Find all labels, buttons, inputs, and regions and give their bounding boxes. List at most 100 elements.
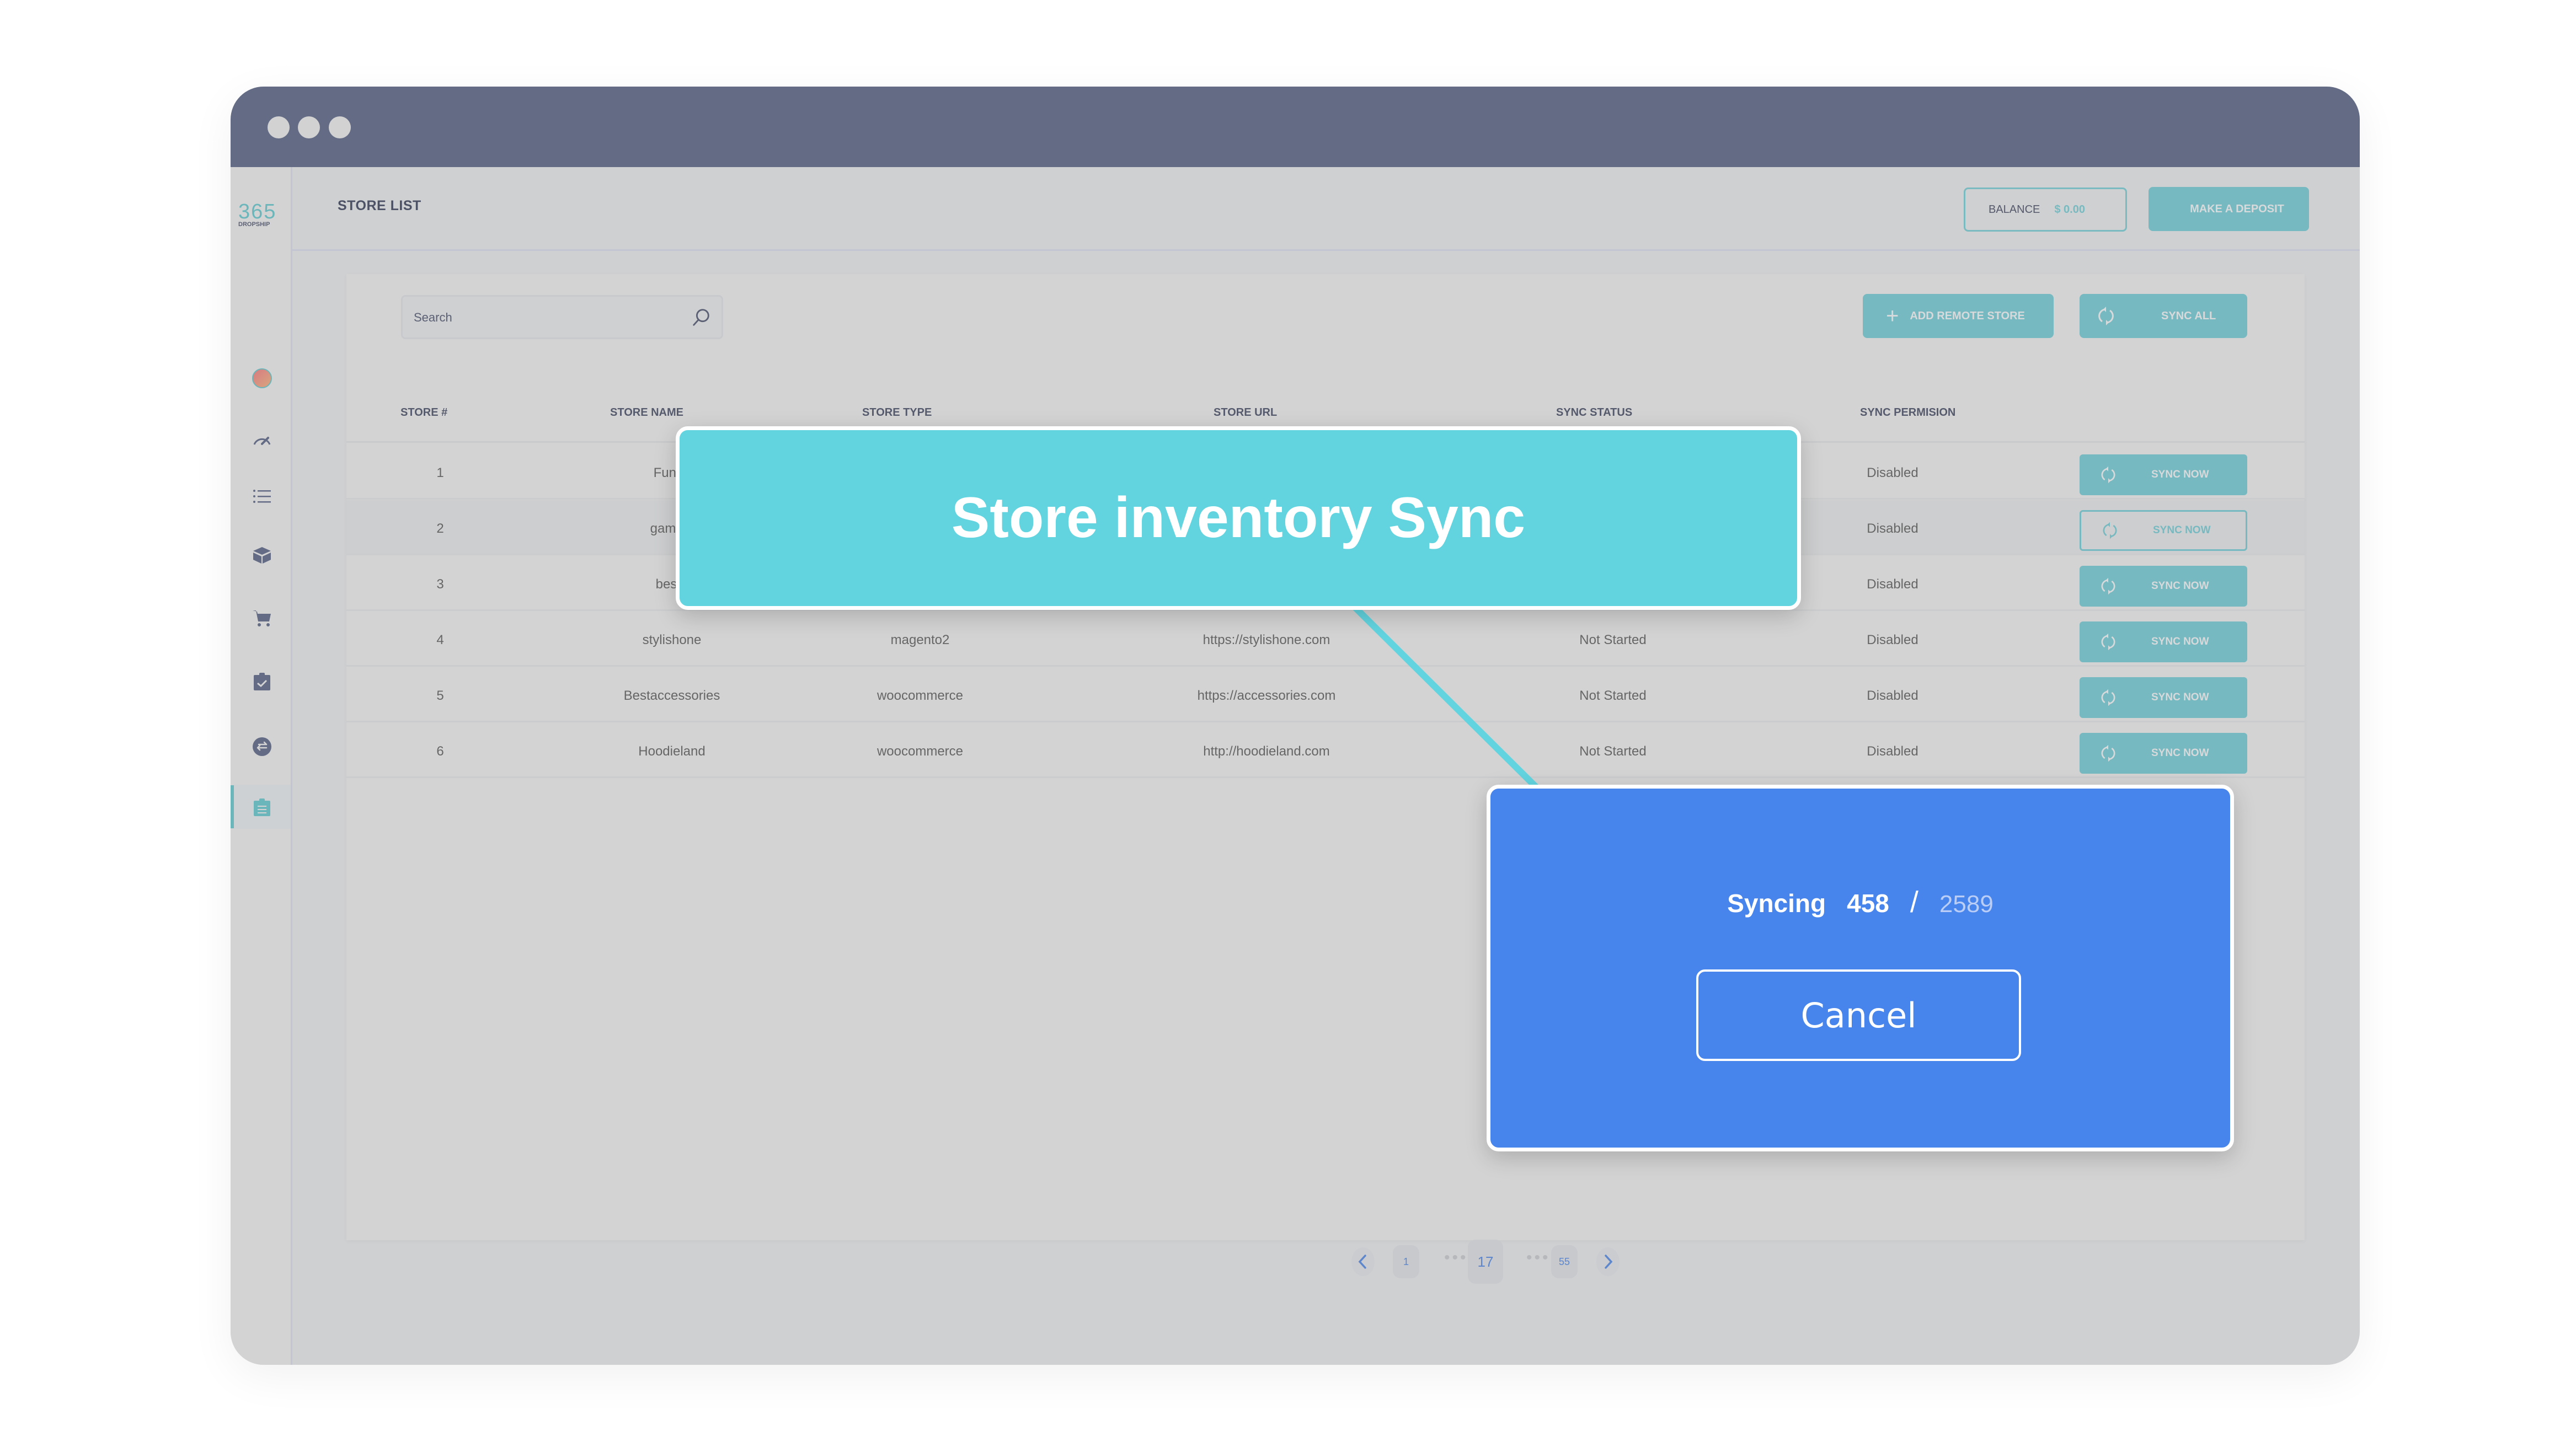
cancel-sync-button[interactable]: Cancel bbox=[1696, 969, 2021, 1061]
sync-now-label: SYNC NOW bbox=[2151, 469, 2209, 480]
cell-store-name: Hoodieland bbox=[638, 744, 706, 759]
cell-sync-status: Not Started bbox=[1579, 744, 1647, 759]
column-header-store-type[interactable]: STORE TYPE bbox=[862, 406, 932, 419]
window-close-button[interactable] bbox=[268, 116, 290, 138]
window-titlebar bbox=[231, 87, 2360, 167]
balance-display: BALANCE $ 0.00 bbox=[1964, 187, 2127, 232]
table-row[interactable]: 6 Hoodieland woocommerce http://hoodieland.… bbox=[346, 723, 2305, 778]
cell-store-type: woocommerce bbox=[877, 744, 964, 759]
column-header-store-number[interactable]: STORE # bbox=[400, 406, 447, 419]
sync-icon bbox=[2103, 522, 2117, 539]
sync-now-label: SYNC NOW bbox=[2153, 524, 2211, 536]
sync-icon bbox=[2101, 633, 2115, 651]
cell-sync-permission: Disabled bbox=[1867, 688, 1918, 703]
column-header-store-url[interactable]: STORE URL bbox=[1214, 406, 1277, 419]
cell-store-number: 6 bbox=[436, 744, 444, 759]
window-maximize-button[interactable] bbox=[329, 116, 351, 138]
column-header-sync-permission[interactable]: SYNC PERMISION bbox=[1860, 406, 1955, 419]
dashboard-icon[interactable] bbox=[249, 427, 275, 453]
add-remote-store-label: ADD REMOTE STORE bbox=[1910, 309, 2025, 322]
orders-clipboard-check-icon[interactable] bbox=[249, 669, 275, 694]
sync-now-button[interactable]: SYNC NOW bbox=[2080, 454, 2247, 495]
store-list-clipboard-icon[interactable] bbox=[249, 795, 275, 820]
count-separator: / bbox=[1910, 886, 1918, 919]
cart-icon[interactable] bbox=[249, 605, 275, 631]
balance-value: $ 0.00 bbox=[2054, 203, 2085, 216]
pagination-ellipsis: ••• bbox=[1444, 1248, 1468, 1267]
app-window: 365 DROPSHIP STORE LIST BALANCE $ 0.00 M… bbox=[231, 87, 2360, 1365]
cell-store-name: stylishone bbox=[642, 633, 702, 647]
cell-sync-permission: Disabled bbox=[1867, 465, 1918, 480]
page-55-button[interactable]: 55 bbox=[1551, 1245, 1578, 1278]
make-deposit-button[interactable]: MAKE A DEPOSIT bbox=[2149, 187, 2309, 231]
table-row[interactable]: 4 stylishone magento2 https://stylishone.co… bbox=[346, 612, 2305, 667]
cell-store-url: https://stylishone.com bbox=[1203, 633, 1330, 647]
sidebar bbox=[231, 167, 292, 1365]
cell-store-name: Bestaccessories bbox=[623, 688, 720, 703]
sync-now-button[interactable]: SYNC NOW bbox=[2080, 733, 2247, 774]
sidebar-active-indicator bbox=[231, 785, 234, 828]
cell-store-number: 5 bbox=[436, 688, 444, 703]
cell-store-type: woocommerce bbox=[877, 688, 964, 703]
sync-all-button[interactable]: SYNC ALL bbox=[2080, 294, 2247, 338]
sync-icon bbox=[2101, 744, 2115, 762]
previous-page-button[interactable] bbox=[1351, 1247, 1375, 1276]
sync-now-label: SYNC NOW bbox=[2151, 692, 2209, 703]
sync-all-label: SYNC ALL bbox=[2161, 309, 2216, 322]
cell-store-url: http://hoodieland.com bbox=[1203, 744, 1330, 759]
balance-label: BALANCE bbox=[1989, 203, 2040, 216]
brand-logo[interactable]: 365 DROPSHIP bbox=[238, 200, 288, 228]
cell-store-url: https://accessories.com bbox=[1197, 688, 1336, 703]
sync-now-button[interactable]: SYNC NOW bbox=[2080, 510, 2247, 551]
pagination-ellipsis: ••• bbox=[1526, 1248, 1551, 1267]
avatar[interactable] bbox=[249, 366, 275, 391]
sync-now-button[interactable]: SYNC NOW bbox=[2080, 621, 2247, 662]
syncing-label: Syncing bbox=[1727, 889, 1826, 918]
page-1-button[interactable]: 1 bbox=[1393, 1245, 1419, 1278]
cell-store-number: 3 bbox=[436, 577, 444, 592]
synced-count: 458 bbox=[1847, 889, 1889, 918]
sync-now-button[interactable]: SYNC NOW bbox=[2080, 566, 2247, 607]
search-icon[interactable] bbox=[691, 307, 712, 328]
feature-callout: Store inventory Sync bbox=[676, 426, 1801, 610]
products-box-icon[interactable] bbox=[249, 542, 275, 567]
cell-sync-status: Not Started bbox=[1579, 688, 1647, 703]
column-header-sync-status[interactable]: SYNC STATUS bbox=[1556, 406, 1632, 419]
sync-icon bbox=[2098, 307, 2114, 325]
plus-icon: + bbox=[1886, 304, 1899, 328]
logo-number: 365 bbox=[238, 200, 277, 223]
sync-icon bbox=[2101, 689, 2115, 706]
page-title: STORE LIST bbox=[338, 198, 421, 213]
table-row[interactable]: 5 Bestaccessories woocommerce https://acces… bbox=[346, 667, 2305, 722]
page-17-button-current[interactable]: 17 bbox=[1468, 1240, 1503, 1284]
page-header: STORE LIST BALANCE $ 0.00 MAKE A DEPOSIT bbox=[292, 167, 2360, 251]
cell-sync-status: Not Started bbox=[1579, 633, 1647, 647]
sync-now-label: SYNC NOW bbox=[2151, 747, 2209, 759]
column-header-store-name[interactable]: STORE NAME bbox=[610, 406, 683, 419]
transfer-icon[interactable] bbox=[249, 734, 275, 759]
list-icon[interactable] bbox=[249, 484, 275, 509]
cell-sync-permission: Disabled bbox=[1867, 744, 1918, 759]
window-minimize-button[interactable] bbox=[298, 116, 320, 138]
sync-now-label: SYNC NOW bbox=[2151, 580, 2209, 592]
cell-sync-permission: Disabled bbox=[1867, 521, 1918, 536]
sync-progress: Syncing 458 / 2589 bbox=[1490, 885, 2230, 919]
add-remote-store-button[interactable]: + ADD REMOTE STORE bbox=[1863, 294, 2054, 338]
cell-store-number: 4 bbox=[436, 633, 444, 647]
sync-now-label: SYNC NOW bbox=[2151, 636, 2209, 647]
cell-store-type: magento2 bbox=[890, 633, 950, 647]
cell-sync-permission: Disabled bbox=[1867, 577, 1918, 592]
total-count: 2589 bbox=[1939, 891, 1994, 918]
sync-progress-panel: Syncing 458 / 2589 Cancel bbox=[1487, 785, 2234, 1151]
sync-now-button[interactable]: SYNC NOW bbox=[2080, 677, 2247, 718]
search-input[interactable] bbox=[414, 302, 678, 333]
cell-store-number: 1 bbox=[436, 465, 444, 480]
pagination: 1 ••• 17 ••• 55 bbox=[346, 1236, 2305, 1284]
search-field[interactable] bbox=[401, 295, 723, 339]
cell-store-number: 2 bbox=[436, 521, 444, 536]
cell-sync-permission: Disabled bbox=[1867, 633, 1918, 647]
logo-text: DROPSHIP bbox=[238, 221, 270, 228]
next-page-button[interactable] bbox=[1596, 1247, 1620, 1276]
sync-icon bbox=[2101, 466, 2115, 484]
sync-icon bbox=[2101, 577, 2115, 595]
